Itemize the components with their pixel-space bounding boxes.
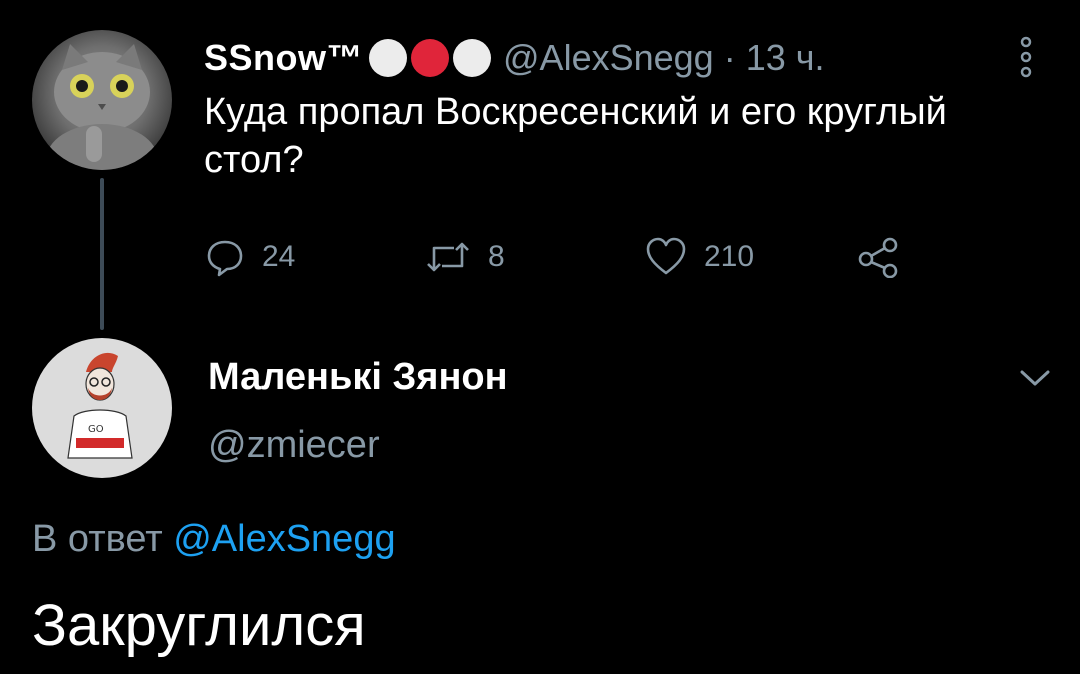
name-badges <box>365 39 492 77</box>
author-handle[interactable]: @AlexSnegg <box>503 37 714 78</box>
like-action[interactable]: 210 <box>644 230 754 284</box>
thread-connector-line <box>100 178 104 330</box>
retweet-action[interactable]: 8 <box>424 230 505 284</box>
badge-dot-red <box>411 39 450 77</box>
reply-action[interactable]: 24 <box>204 230 295 284</box>
bearded-man-drawing-avatar: GO <box>67 352 133 459</box>
cat-avatar-image <box>46 44 158 170</box>
author-display-name[interactable]: SSnow™ <box>204 37 363 79</box>
tweet-timestamp[interactable]: · 13 ч. <box>724 37 825 78</box>
author-handle-time: @AlexSnegg · 13 ч. <box>503 37 825 79</box>
reply-author-display-name[interactable]: Маленькі Зянон <box>208 356 508 399</box>
like-count: 210 <box>704 240 755 273</box>
in-reply-to: В ответ @AlexSnegg <box>32 518 396 561</box>
reply-bubble-icon <box>207 240 243 277</box>
badge-dot-white-2 <box>453 39 492 77</box>
reply-count: 24 <box>262 240 296 273</box>
heart-icon <box>646 237 686 275</box>
more-vertical-icon[interactable] <box>1016 34 1036 80</box>
in-reply-to-mention-link[interactable]: @AlexSnegg <box>173 518 395 560</box>
share-icon <box>858 237 898 278</box>
chevron-down-icon[interactable] <box>1016 366 1054 390</box>
tweet-header: SSnow™ @AlexSnegg · 13 ч. <box>204 34 825 82</box>
reply-author-handle[interactable]: @zmiecer <box>208 424 380 467</box>
reply-author-avatar[interactable]: GO <box>32 338 172 478</box>
retweet-count: 8 <box>488 240 505 273</box>
svg-text:GO: GO <box>88 424 104 435</box>
retweet-icon <box>427 242 469 272</box>
in-reply-to-label: В ответ <box>32 518 174 560</box>
author-avatar[interactable] <box>32 30 172 170</box>
share-action[interactable] <box>856 230 918 284</box>
badge-dot-white-1 <box>369 39 408 77</box>
reply-tweet-text: Закруглился <box>32 593 366 658</box>
tweet-text: Куда пропал Воскресенский и его круглый … <box>204 91 947 181</box>
tweet-actions: 24 8 210 <box>204 230 924 284</box>
